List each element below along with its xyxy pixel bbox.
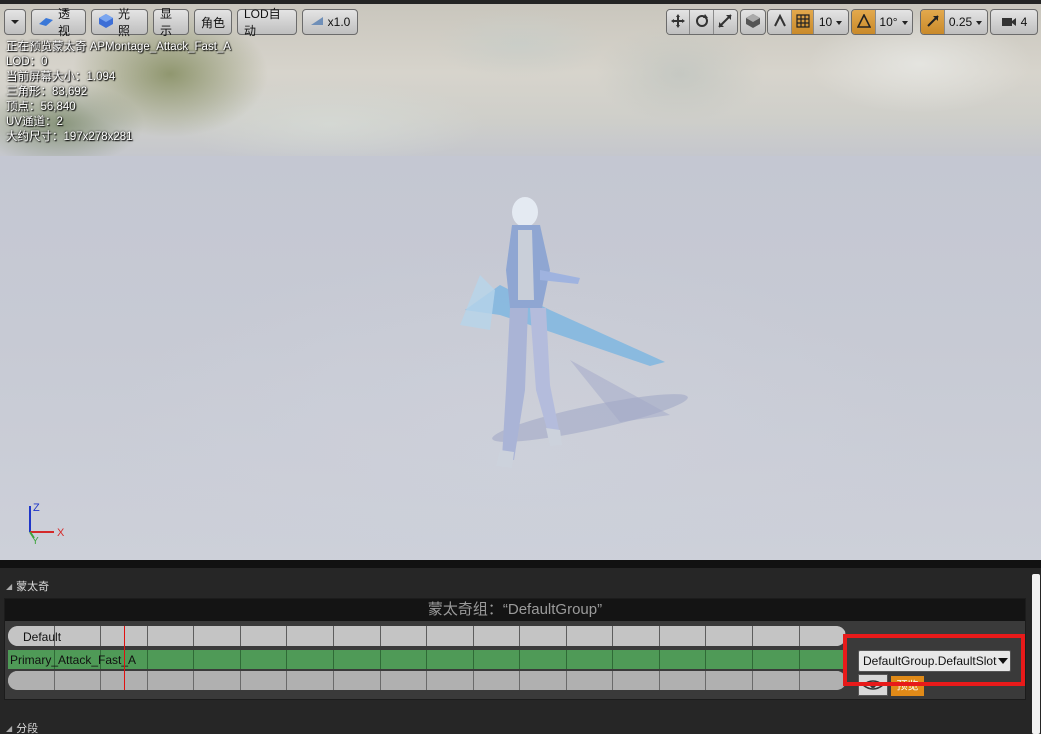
montage-section-header[interactable]: ◢ 蒙太奇: [6, 578, 49, 594]
rotation-snap-value-label: 10°: [879, 15, 898, 29]
viewport-stats: 正在预览蒙太奇 APMontage_Attack_Fast_A LOD：0 当前…: [6, 40, 231, 145]
rotate-icon: [695, 13, 709, 31]
triangles-text: 三角形：83,692: [6, 86, 88, 98]
coordinate-system-button[interactable]: [740, 9, 766, 35]
scale-snap-group: 0.25: [920, 9, 988, 35]
default-track-label: Default: [23, 630, 62, 644]
camera-icon: [1001, 15, 1017, 30]
approx-size-text: 大约尺寸：197x278x281: [6, 131, 133, 143]
surface-snap-icon: [773, 13, 787, 31]
scale-snap-value[interactable]: 0.25: [945, 10, 987, 34]
character-button[interactable]: 角色: [194, 9, 232, 35]
screen-size-text: 当前屏幕大小：1.094: [6, 71, 116, 83]
scale-tool-button[interactable]: [713, 10, 737, 34]
character-label: 角色: [201, 15, 226, 30]
angle-icon: [856, 12, 871, 31]
playhead-marker[interactable]: [124, 626, 125, 690]
montage-group-title: 蒙太奇组：“DefaultGroup”: [5, 599, 1025, 621]
track-grid: [8, 671, 846, 690]
camera-speed-button[interactable]: 4: [990, 9, 1038, 35]
lod-button[interactable]: LOD自动: [237, 7, 297, 38]
collapse-triangle-icon: ◢: [6, 581, 13, 591]
lit-label: 光照: [118, 7, 131, 38]
rotation-snap-value[interactable]: 10°: [876, 10, 912, 34]
chevron-down-icon: [901, 15, 909, 29]
uv-channels-text: UV通道：2: [6, 116, 63, 128]
rotation-snap-toggle[interactable]: [852, 10, 876, 34]
z-axis-label: Z: [33, 502, 40, 514]
perspective-button[interactable]: 透视: [31, 7, 86, 38]
vertices-text: 顶点：56,840: [6, 101, 76, 113]
transform-mode-group: [666, 9, 738, 35]
lit-sphere-icon: [98, 13, 114, 32]
play-speed-icon: [310, 15, 324, 29]
x-axis-label: X: [57, 527, 65, 539]
panel-splitter[interactable]: [0, 560, 1041, 568]
lit-button[interactable]: 光照: [91, 7, 148, 38]
highlight-annotation-box: [843, 634, 1025, 686]
y-axis-label: Y: [32, 536, 39, 545]
preview-viewport[interactable]: 透视 光照 显示 角色 LOD自动 x1.0 10 10° 0.25 4 正在预…: [0, 0, 1041, 560]
grid-icon: [795, 13, 810, 31]
chevron-down-icon: [835, 15, 843, 29]
scale-icon: [718, 13, 733, 31]
scale-snap-value-label: 0.25: [948, 15, 973, 29]
world-cube-icon: [745, 13, 761, 32]
slot-segment-label[interactable]: Primary_Attack_Fast_A: [10, 653, 136, 667]
play-speed-label: x1.0: [327, 15, 351, 29]
sections-label: 分段: [16, 723, 39, 734]
lod-label: LOD自动: [244, 7, 281, 38]
montage-section-label: 蒙太奇: [16, 581, 50, 593]
viewport-options-button[interactable]: [4, 9, 26, 35]
surface-snap-button[interactable]: [768, 10, 792, 34]
default-track[interactable]: [8, 626, 846, 646]
grid-snap-value[interactable]: 10: [814, 10, 848, 34]
panel-scrollbar[interactable]: [1032, 574, 1040, 734]
rotate-tool-button[interactable]: [690, 10, 714, 34]
empty-track[interactable]: [8, 671, 846, 690]
grid-snap-value-label: 10: [818, 15, 833, 29]
lod-info-text: LOD：0: [6, 56, 48, 68]
rotation-snap-group: 10°: [851, 9, 913, 35]
sections-header[interactable]: ◢ 分段: [6, 720, 38, 734]
preview-info-text: 正在预览蒙太奇 APMontage_Attack_Fast_A: [6, 41, 231, 53]
track-grid: [8, 626, 846, 646]
scale-snap-icon: [926, 14, 940, 31]
move-icon: [671, 13, 686, 31]
axis-gizmo: Z Y X: [29, 502, 65, 545]
camera-speed-label: 4: [1020, 15, 1028, 29]
translate-tool-button[interactable]: [667, 10, 691, 34]
character-model: [460, 197, 688, 468]
collapse-triangle-icon: ◢: [6, 723, 13, 733]
scale-snap-toggle[interactable]: [921, 10, 945, 34]
grid-snap-group: 10: [767, 9, 849, 35]
show-label: 显示: [160, 7, 173, 38]
chevron-down-icon: [10, 15, 20, 29]
grid-snap-toggle[interactable]: [792, 10, 814, 34]
chevron-down-icon: [975, 15, 983, 29]
perspective-label: 透视: [58, 7, 71, 38]
show-button[interactable]: 显示: [153, 7, 189, 38]
play-speed-button[interactable]: x1.0: [302, 9, 358, 35]
perspective-cube-icon: [38, 15, 54, 30]
